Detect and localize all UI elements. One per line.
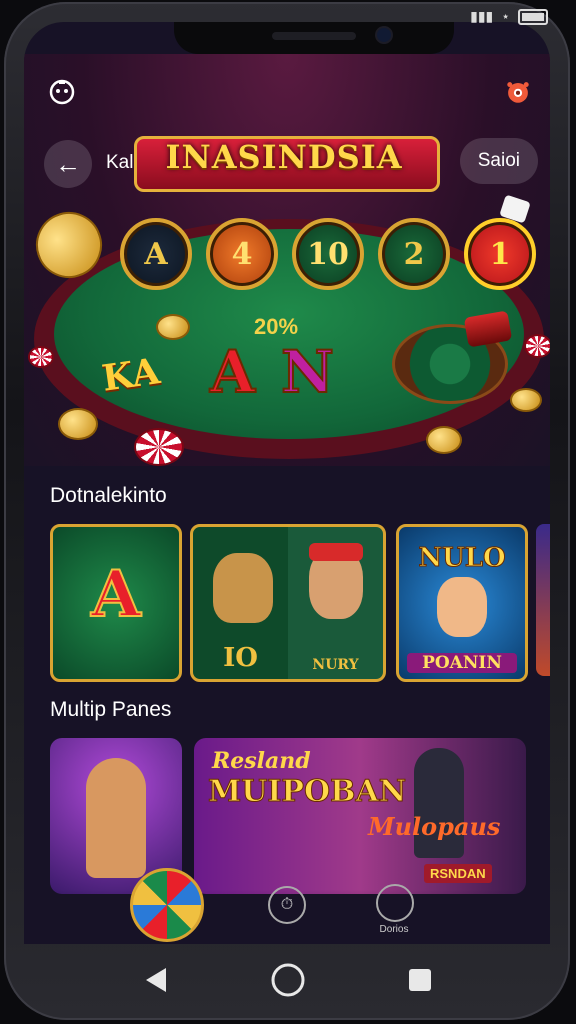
poker-chip: [28, 346, 54, 368]
wifi-icon: ⋆: [501, 8, 510, 24]
number-chip: 4: [206, 218, 278, 290]
arrow-left-icon: ←: [55, 148, 81, 179]
poker-chip: [134, 428, 184, 466]
header-right-button[interactable]: Saioi: [459, 138, 538, 184]
crown-icon: [309, 543, 363, 561]
number-chip: 10: [292, 218, 364, 290]
character-illustration: [437, 577, 487, 637]
big-letter: A: [209, 337, 256, 407]
section-title: Dotnalekinto: [50, 484, 167, 507]
notification-icon[interactable]: [504, 78, 532, 106]
home-icon[interactable]: [270, 962, 306, 1003]
battery-icon: [518, 8, 548, 25]
tile-caption: NURY: [312, 657, 359, 673]
partial-tile[interactable]: [536, 524, 550, 676]
recents-icon[interactable]: [408, 968, 432, 997]
game-tile[interactable]: IO NURY: [190, 524, 386, 682]
gold-coin: [510, 388, 542, 412]
profile-icon[interactable]: [48, 78, 76, 106]
clock-icon[interactable]: ⏱: [268, 886, 306, 924]
ka-logo: KA: [99, 350, 163, 400]
number-chip: A: [120, 218, 192, 290]
number-chips: A 4 10 2 1: [120, 218, 536, 290]
man-illustration: [414, 748, 464, 858]
tile-title: MUIPOBAN: [207, 774, 407, 810]
big-letter: N: [280, 337, 335, 407]
banner-title: INASINDSIA: [165, 138, 403, 176]
number-chip: 2: [378, 218, 450, 290]
tile-caption: RSNDAN: [424, 864, 492, 883]
tile-caption: IO: [223, 643, 258, 673]
camera: [377, 28, 391, 42]
big-letters: A N: [209, 337, 335, 407]
poker-chip: [524, 334, 550, 358]
number-chip: 1: [464, 218, 536, 290]
game-tile[interactable]: NULO POANIN: [396, 524, 528, 682]
dog-illustration: [213, 553, 273, 623]
tile-script-title: Resland: [212, 748, 311, 774]
gold-coin: [156, 314, 190, 340]
game-tile[interactable]: Resland MUIPOBAN Mulopaus RSNDAN: [194, 738, 526, 894]
back-icon[interactable]: [144, 966, 168, 999]
speaker: [272, 32, 356, 40]
status-bar: ▮▮▮ ⋆: [470, 8, 548, 25]
system-nav-bar: [0, 944, 576, 1024]
tile-subtitle: Mulopaus: [368, 812, 501, 841]
spin-wheel-icon[interactable]: [130, 868, 204, 942]
signal-icon: ▮▮▮: [470, 8, 494, 24]
app-screen: ← Kalain Saioi INASINDSIA A 4 10 2 1 20%…: [24, 22, 550, 944]
back-button[interactable]: ←: [44, 140, 92, 188]
tile-letter: A: [90, 556, 142, 633]
hero-character: [86, 758, 146, 878]
tab-label: Dorios: [379, 924, 409, 935]
gold-coin: [426, 426, 462, 454]
tile-caption: POANIN: [407, 653, 517, 673]
tile-title: NULO: [418, 543, 506, 574]
briefcase-icon[interactable]: [376, 884, 414, 922]
notch: [174, 22, 454, 54]
game-tile[interactable]: A: [50, 524, 182, 682]
gold-coin: [58, 408, 98, 440]
table-year: 20%: [254, 314, 299, 339]
title-banner: INASINDSIA: [134, 126, 440, 196]
section-title: Multip Panes: [50, 698, 172, 721]
